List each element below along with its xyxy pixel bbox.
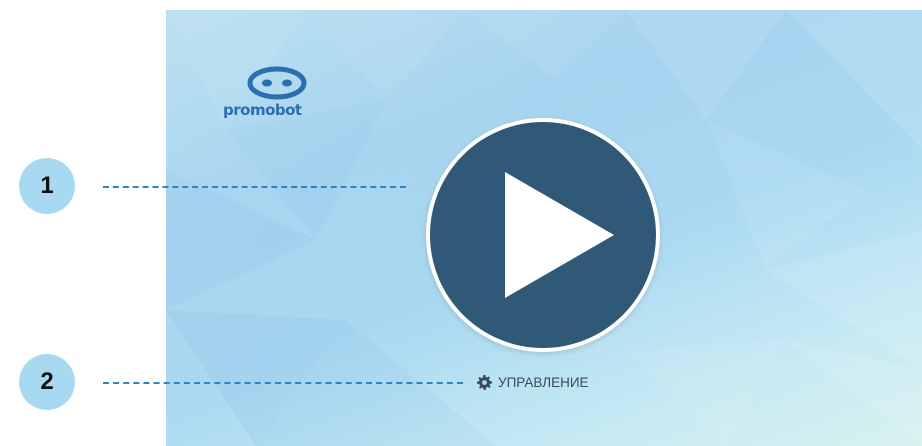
callout-number: 2 bbox=[40, 368, 54, 395]
callout-1: 1 bbox=[19, 158, 75, 214]
callout-2-line bbox=[103, 382, 463, 384]
callout-2: 2 bbox=[19, 354, 75, 410]
controls-link[interactable]: УПРАВЛЕНИЕ bbox=[477, 372, 589, 392]
controls-label: УПРАВЛЕНИЕ bbox=[498, 374, 589, 390]
gear-icon bbox=[477, 374, 492, 390]
play-button[interactable] bbox=[426, 118, 660, 352]
callout-1-line bbox=[103, 186, 406, 188]
logo-text: promobot bbox=[223, 101, 302, 119]
callout-number: 1 bbox=[40, 172, 54, 199]
app-screen: promobot УПРАВЛЕНИЕ bbox=[166, 10, 922, 446]
play-button-circle bbox=[430, 122, 656, 348]
play-icon bbox=[505, 172, 614, 298]
promobot-logo: promobot bbox=[223, 66, 341, 130]
robot-face-icon bbox=[247, 66, 307, 100]
